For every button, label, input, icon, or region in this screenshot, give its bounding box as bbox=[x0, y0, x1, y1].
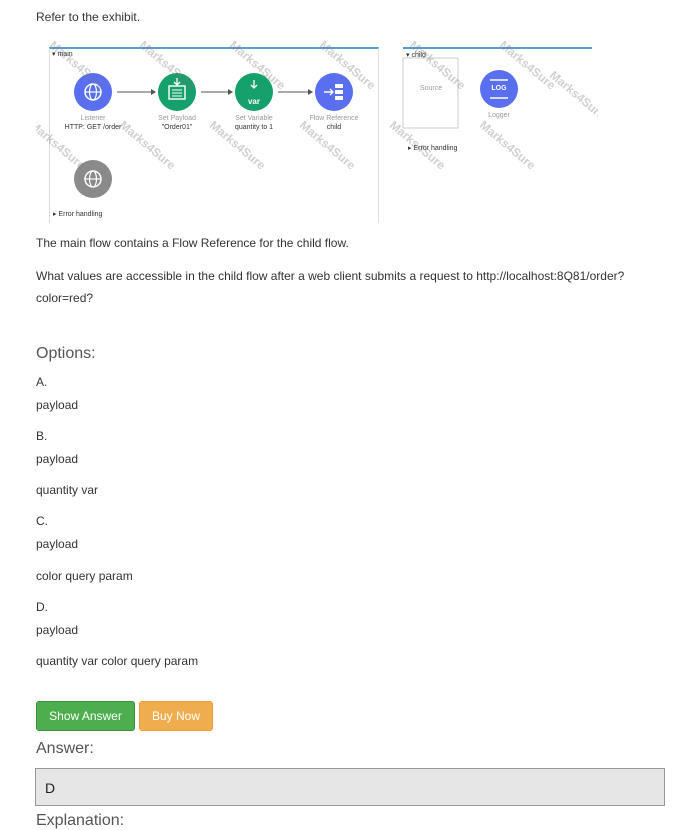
show-answer-button[interactable]: Show Answer bbox=[36, 701, 135, 731]
buy-now-button[interactable]: Buy Now bbox=[139, 701, 213, 731]
main-error-handling-label: Error handling bbox=[58, 211, 103, 218]
set-payload-name: Set Payload bbox=[158, 115, 196, 122]
option-c-letter: C. bbox=[36, 514, 48, 528]
var-icon-text: var bbox=[247, 97, 260, 106]
collapse-triangle-icon: ▾ bbox=[406, 52, 410, 59]
option-b-line-2: quantity var bbox=[36, 483, 99, 497]
flow-arrow bbox=[278, 89, 313, 95]
listener-name: Listener bbox=[80, 115, 106, 122]
option-c-line-1: payload bbox=[36, 537, 79, 551]
flow-arrow bbox=[201, 89, 233, 95]
set-variable-name: Set Variable bbox=[235, 115, 273, 122]
logger-name: Logger bbox=[488, 112, 510, 119]
option-d-line-2: quantity var color query param bbox=[36, 654, 199, 668]
option-b-line-1: payload bbox=[36, 452, 79, 466]
explanation-heading: Explanation: bbox=[36, 812, 125, 829]
set-payload-detail: "Order01" bbox=[161, 124, 193, 131]
question-text: What values are accessible in the child … bbox=[36, 265, 666, 309]
question-line-1: What values are accessible in the child … bbox=[36, 269, 625, 283]
answer-box: D bbox=[35, 768, 665, 806]
option-a-line-1: payload bbox=[36, 398, 79, 412]
flow-arrow bbox=[117, 89, 156, 95]
option-d-line-1: payload bbox=[36, 623, 79, 637]
log-icon-text: LOG bbox=[491, 85, 507, 92]
option-c-line-2: color query param bbox=[36, 569, 133, 583]
option-b-letter: B. bbox=[36, 429, 48, 443]
child-source-label: Source bbox=[419, 85, 443, 92]
option-a-letter: A. bbox=[36, 375, 48, 389]
flow-reference-icon[interactable] bbox=[315, 73, 353, 111]
answer-heading: Answer: bbox=[36, 740, 94, 757]
option-d-letter: D. bbox=[36, 600, 48, 614]
flow-reference-name: Flow Reference bbox=[309, 115, 359, 122]
context-text: The main flow contains a Flow Reference … bbox=[36, 236, 349, 250]
main-error-handling[interactable]: ▸ Error handling bbox=[53, 210, 102, 218]
question-line-2: color=red? bbox=[36, 291, 94, 305]
intro-text: Refer to the exhibit. bbox=[36, 10, 141, 24]
exhibit-diagram: ▾ main var LOG Listener HTTP: GET /order… bbox=[36, 38, 598, 226]
expand-triangle-icon: ▸ bbox=[53, 211, 57, 218]
options-heading: Options: bbox=[36, 345, 96, 362]
